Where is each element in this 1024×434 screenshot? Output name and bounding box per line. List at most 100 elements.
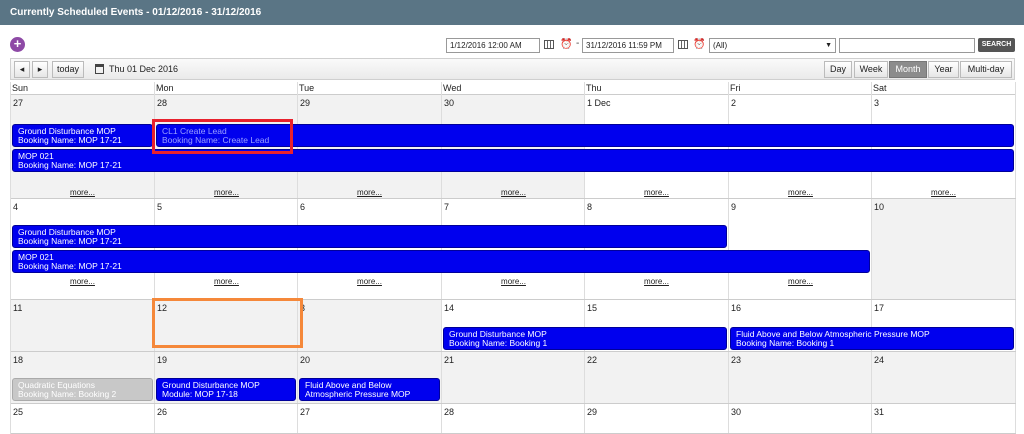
day-cell[interactable]: 22: [585, 352, 729, 403]
calendar-icon[interactable]: [678, 40, 688, 49]
page-title: Currently Scheduled Events - 01/12/2016 …: [0, 0, 1024, 25]
event-title: Ground Disturbance MOP: [18, 227, 116, 237]
day-of-week-label: Wed: [442, 82, 585, 95]
day-number: 6: [300, 202, 306, 212]
more-link[interactable]: more...: [442, 277, 585, 286]
day-number: 23: [731, 355, 742, 365]
more-link[interactable]: more...: [298, 277, 441, 286]
calendar-icon: [95, 64, 104, 74]
day-number: 1 Dec: [587, 98, 611, 108]
day-cell[interactable]: 28: [442, 404, 585, 433]
calendar-event[interactable]: MOP 021 Booking Name: MOP 17-21: [12, 250, 870, 273]
view-week-button[interactable]: Week: [854, 61, 888, 78]
day-cell[interactable]: 29: [585, 404, 729, 433]
more-link[interactable]: more...: [872, 188, 1015, 197]
day-number: 27: [300, 407, 311, 417]
day-of-week-label: Thu: [585, 82, 729, 95]
event-detail: Booking Name: Booking 1: [736, 338, 835, 348]
view-year-button[interactable]: Year: [928, 61, 959, 78]
view-multiday-button[interactable]: Multi-day: [960, 61, 1012, 78]
more-link[interactable]: more...: [729, 188, 872, 197]
event-detail: Booking Name: MOP 17-21: [18, 261, 122, 271]
day-cell[interactable]: 27: [298, 404, 442, 433]
day-cell[interactable]: 26: [155, 404, 298, 433]
event-detail: Module: MOP 17-18: [162, 389, 238, 399]
day-number: 20: [300, 355, 311, 365]
calendar-toolbar: ◂ ▸ today Thu 01 Dec 2016 Day Week Month…: [10, 58, 1015, 80]
day-number: 11: [13, 303, 23, 313]
event-detail: Booking Name: Booking 2: [18, 389, 117, 399]
more-link[interactable]: more...: [585, 188, 728, 197]
next-button[interactable]: ▸: [32, 61, 48, 78]
day-number: 29: [587, 407, 598, 417]
clock-icon[interactable]: ⏰: [560, 39, 572, 50]
category-select-value: (All): [713, 41, 728, 50]
event-detail: Booking Name: MOP 17-21: [18, 135, 122, 145]
view-day-button[interactable]: Day: [824, 61, 852, 78]
add-event-button[interactable]: +: [10, 37, 25, 52]
day-number: 10: [874, 202, 885, 212]
more-link[interactable]: more...: [729, 277, 872, 286]
day-number: 28: [444, 407, 455, 417]
prev-button[interactable]: ◂: [14, 61, 30, 78]
day-of-week-label: Tue: [298, 82, 442, 95]
day-cell[interactable]: 21: [442, 352, 585, 403]
calendar-event[interactable]: Ground Disturbance MOP Booking Name: MOP …: [12, 225, 727, 248]
day-number: 19: [157, 355, 168, 365]
day-number: 17: [874, 303, 885, 313]
calendar-event[interactable]: Ground Disturbance MOP Module: MOP 17-18: [156, 378, 296, 401]
day-cell[interactable]: 24: [872, 352, 1016, 403]
day-cell[interactable]: 30: [729, 404, 872, 433]
day-number: 30: [444, 98, 455, 108]
day-of-week-label: Sat: [872, 82, 1016, 95]
day-number: 9: [731, 202, 737, 212]
day-number: 4: [13, 202, 19, 212]
more-link[interactable]: more...: [442, 188, 585, 197]
calendar-event[interactable]: Ground Disturbance MOP Booking Name: MOP …: [12, 124, 153, 147]
day-cell[interactable]: 31: [872, 404, 1016, 433]
day-number: 31: [874, 407, 885, 417]
day-number: 24: [874, 355, 885, 365]
highlight-box-red: [152, 119, 293, 154]
day-number: 3: [874, 98, 880, 108]
day-number: 14: [444, 303, 455, 313]
week-row: 18 19 20 21 22 23 24 Quadratic Equations Booking…: [11, 352, 1016, 404]
clock-icon[interactable]: ⏰: [693, 39, 705, 50]
day-of-week-label: Fri: [729, 82, 872, 95]
more-link[interactable]: more...: [585, 277, 728, 286]
day-number: 8: [587, 202, 593, 212]
day-number: 26: [157, 407, 168, 417]
calendar-event[interactable]: Fluid Above and Below Atmospheric Pressur…: [299, 378, 440, 401]
more-link[interactable]: more...: [298, 188, 441, 197]
day-cell[interactable]: 10: [872, 199, 1016, 299]
search-input[interactable]: [839, 38, 975, 53]
current-date-label: Thu 01 Dec 2016: [109, 64, 179, 74]
calendar-icon[interactable]: [544, 40, 554, 49]
end-date-input[interactable]: 31/12/2016 11:59 PM: [582, 38, 674, 53]
more-link[interactable]: more...: [11, 277, 154, 286]
day-number: 5: [157, 202, 163, 212]
day-of-week-label: Mon: [155, 82, 298, 95]
calendar-event[interactable]: Quadratic Equations Booking Name: Booking…: [12, 378, 153, 401]
range-separator: -: [576, 38, 580, 49]
more-link[interactable]: more...: [155, 188, 298, 197]
more-link[interactable]: more...: [11, 188, 154, 197]
day-cell[interactable]: 23: [729, 352, 872, 403]
more-link[interactable]: more...: [155, 277, 298, 286]
day-number: 27: [13, 98, 24, 108]
day-cell[interactable]: 11: [11, 300, 155, 351]
calendar-event[interactable]: Ground Disturbance MOP Booking Name: Book…: [443, 327, 727, 350]
day-cell[interactable]: 25: [11, 404, 155, 433]
category-select[interactable]: (All) ▼: [709, 38, 836, 53]
search-button[interactable]: SEARCH: [978, 38, 1015, 52]
plus-icon: +: [13, 36, 22, 51]
day-number: 15: [587, 303, 598, 313]
day-cell[interactable]: 3: [298, 300, 442, 351]
view-month-button[interactable]: Month: [889, 61, 927, 78]
today-button[interactable]: today: [52, 61, 84, 78]
day-number: 22: [587, 355, 598, 365]
week-row: 25 26 27 28 29 30 31: [11, 404, 1016, 434]
day-of-week-label: Sun: [11, 82, 155, 95]
calendar-event[interactable]: Fluid Above and Below Atmospheric Pressu…: [730, 327, 1014, 350]
start-date-input[interactable]: 1/12/2016 12:00 AM: [446, 38, 540, 53]
